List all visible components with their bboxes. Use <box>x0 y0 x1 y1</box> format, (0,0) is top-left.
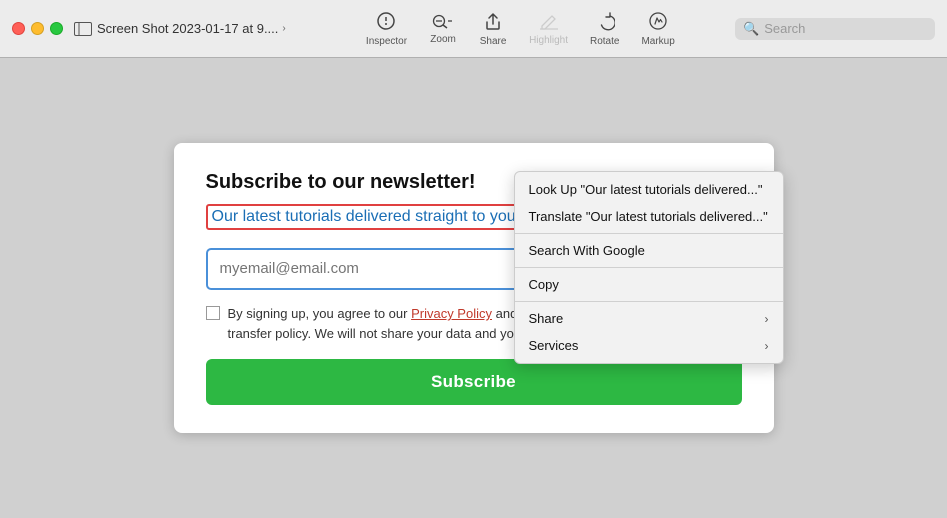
markup-icon <box>648 11 668 34</box>
markup-label: Markup <box>641 36 674 47</box>
context-menu-item-lookup[interactable]: Look Up "Our latest tutorials delivered.… <box>515 176 783 203</box>
inspector-icon <box>376 11 396 34</box>
context-menu-item-copy[interactable]: Copy <box>515 271 783 298</box>
search-icon: 🔍 <box>743 21 759 37</box>
search-input[interactable] <box>764 21 924 36</box>
context-menu: Look Up "Our latest tutorials delivered.… <box>514 171 784 364</box>
context-menu-item-copy-label: Copy <box>529 277 559 292</box>
context-menu-divider-1 <box>515 233 783 234</box>
context-menu-item-translate[interactable]: Translate "Our latest tutorials delivere… <box>515 203 783 230</box>
zoom-icon <box>432 13 454 32</box>
context-menu-item-services[interactable]: Services › <box>515 332 783 359</box>
zoom-button[interactable]: Zoom <box>419 11 467 47</box>
share-label: Share <box>480 36 507 47</box>
share-submenu-arrow-icon: › <box>765 312 769 326</box>
window-icon <box>73 19 93 39</box>
window-title: Screen Shot 2023-01-17 at 9.... <box>97 21 278 36</box>
context-menu-item-share[interactable]: Share › <box>515 305 783 332</box>
titlebar: Screen Shot 2023-01-17 at 9.... › Inspec… <box>0 0 947 58</box>
newsletter-card: Subscribe to our newsletter! Our latest … <box>174 143 774 433</box>
share-icon <box>484 11 502 34</box>
context-menu-item-services-label: Services <box>529 338 579 353</box>
context-menu-item-share-label: Share <box>529 311 564 326</box>
highlight-label: Highlight <box>529 35 568 46</box>
markup-button[interactable]: Markup <box>631 9 684 49</box>
context-menu-item-translate-label: Translate "Our latest tutorials delivere… <box>529 209 768 224</box>
inspector-label: Inspector <box>366 36 407 47</box>
services-submenu-arrow-icon: › <box>765 339 769 353</box>
context-menu-item-lookup-label: Look Up "Our latest tutorials delivered.… <box>529 182 763 197</box>
context-menu-item-search-google-label: Search With Google <box>529 243 645 258</box>
close-button[interactable] <box>12 22 25 35</box>
zoom-label: Zoom <box>430 34 456 45</box>
main-content: Subscribe to our newsletter! Our latest … <box>0 58 947 518</box>
toolbar: Inspector Zoom Share <box>306 9 735 49</box>
rotate-icon <box>595 11 615 34</box>
rotate-button[interactable]: Rotate <box>580 9 629 49</box>
policy-checkbox[interactable] <box>206 306 220 320</box>
highlight-button[interactable]: Highlight <box>519 10 578 48</box>
title-chevron-icon: › <box>282 23 285 34</box>
rotate-label: Rotate <box>590 36 619 47</box>
inspector-button[interactable]: Inspector <box>356 9 417 49</box>
privacy-policy-link[interactable]: Privacy Policy <box>411 306 492 321</box>
share-button[interactable]: Share <box>469 9 517 49</box>
highlight-icon <box>539 12 559 33</box>
context-menu-divider-2 <box>515 267 783 268</box>
context-menu-divider-3 <box>515 301 783 302</box>
minimize-button[interactable] <box>31 22 44 35</box>
search-bar[interactable]: 🔍 <box>735 18 935 40</box>
zoom-button[interactable] <box>50 22 63 35</box>
subscribe-button[interactable]: Subscribe <box>206 359 742 405</box>
context-menu-item-search-google[interactable]: Search With Google <box>515 237 783 264</box>
traffic-lights <box>12 22 63 35</box>
